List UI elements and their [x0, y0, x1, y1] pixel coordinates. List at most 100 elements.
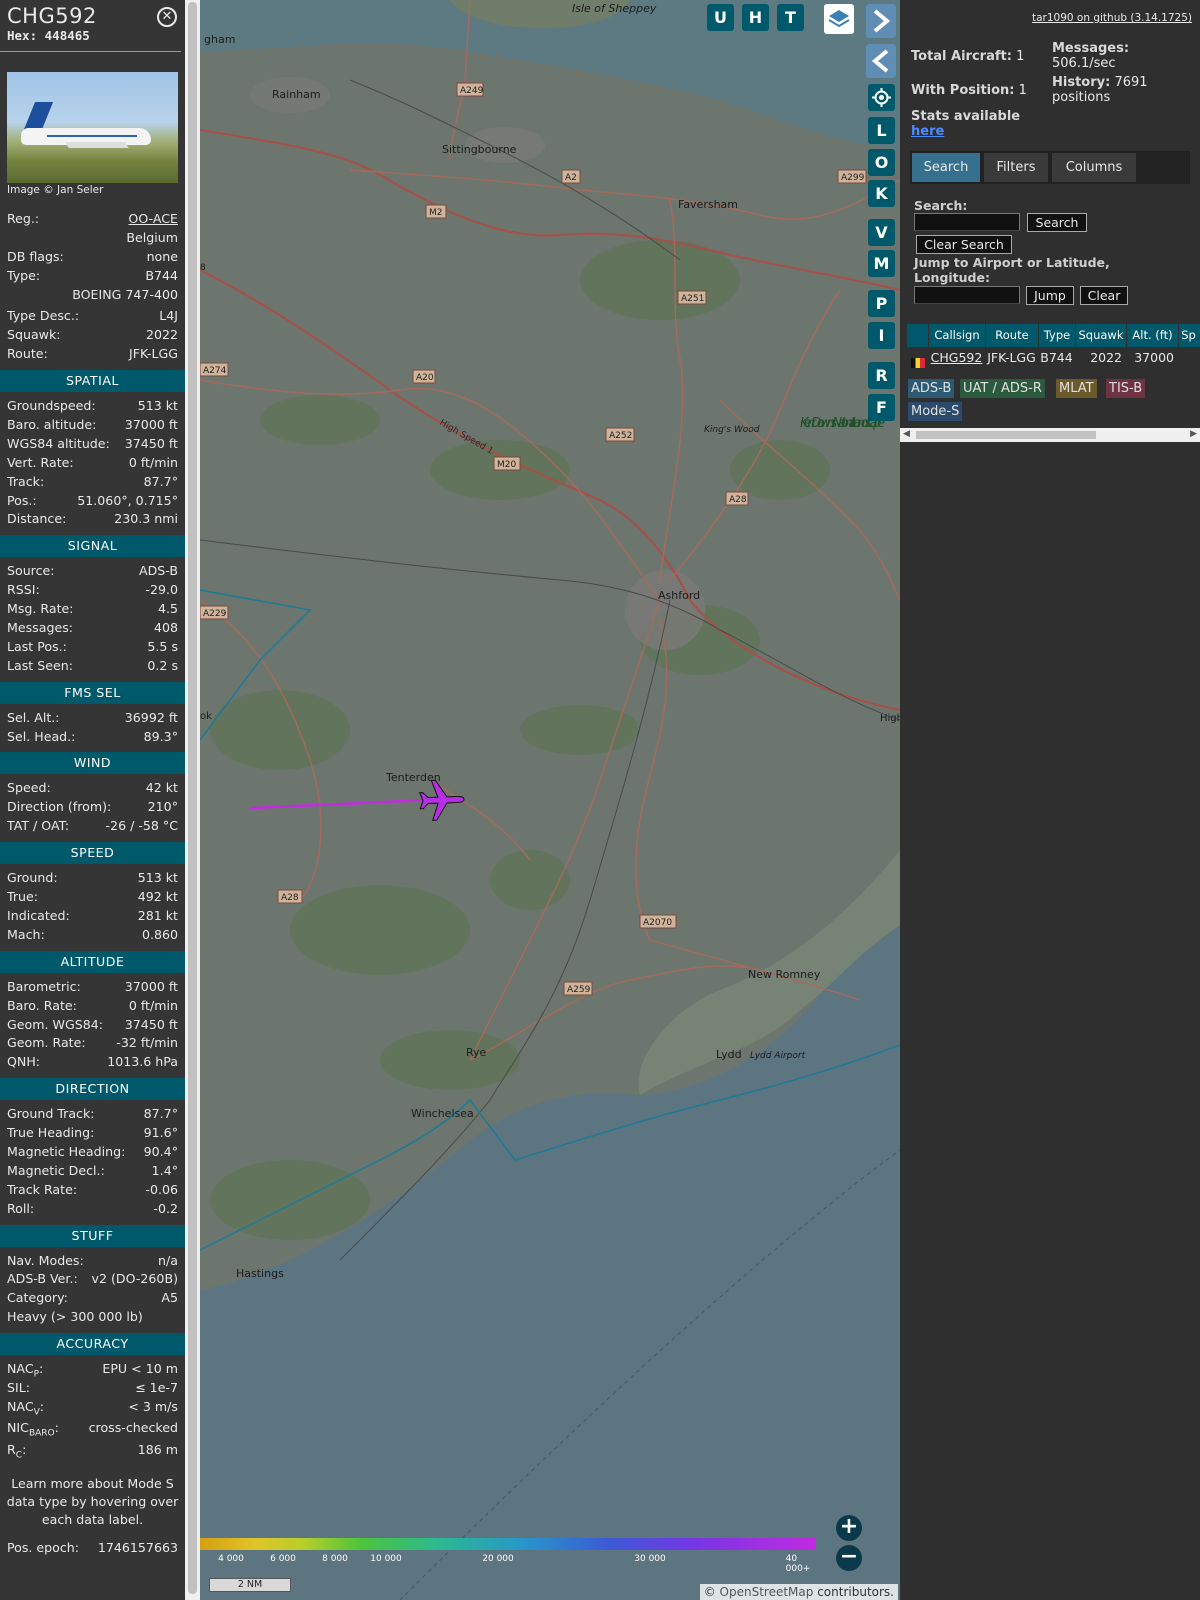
section-stuff: STUFF	[0, 1224, 185, 1247]
col-type[interactable]: Type	[1038, 324, 1075, 347]
spatial-row: Vert. Rate: 0 ft/min	[0, 454, 185, 473]
col-callsign[interactable]: Callsign	[928, 324, 985, 347]
sidebar-scrollbar-thumb[interactable]	[188, 2, 197, 1594]
nacp-value: EPU < 10 m	[102, 1361, 178, 1377]
table-horizontal-scrollbar[interactable]: ◀ ▶	[900, 428, 1200, 442]
badge-mode-s: Mode-S	[908, 402, 963, 421]
col-speed[interactable]: Sp	[1178, 324, 1198, 347]
direction-label: Track Rate:	[7, 1181, 78, 1197]
direction-row: Roll: -0.2	[0, 1200, 185, 1219]
expand-panel-icon[interactable]	[866, 4, 896, 38]
table-row[interactable]: CHG592 JFK-LGG B744 2022 37000	[907, 347, 1200, 369]
nacv-value: < 3 m/s	[128, 1398, 178, 1414]
legend-label: 4 000	[218, 1554, 244, 1564]
adsb-ver-value: v2 (DO-260B)	[91, 1271, 178, 1287]
map-button-k[interactable]: K	[868, 180, 895, 207]
table-scrollbar-thumb[interactable]	[916, 431, 1096, 439]
place-kings-wood: King's Wood	[704, 425, 760, 435]
collapse-sidebar-icon[interactable]	[866, 44, 896, 78]
place-winchelsea: Winchelsea	[411, 1107, 474, 1120]
speed-label: Ground:	[7, 870, 58, 886]
legend-label: 40 000+	[785, 1554, 811, 1574]
direction-row: Magnetic Heading: 90.4°	[0, 1143, 185, 1162]
svg-text:A274: A274	[203, 366, 227, 376]
direction-label: Magnetic Heading:	[7, 1143, 126, 1159]
nacp-label: NACP:	[7, 1361, 44, 1380]
type-desc-value: L4J	[159, 308, 178, 324]
map-button-t[interactable]: T	[777, 4, 804, 31]
tab-filters[interactable]: Filters	[984, 153, 1048, 182]
hex-line: Hex: 448465	[7, 28, 174, 43]
github-link[interactable]: tar1090 on github (3.14.1725)	[1032, 12, 1192, 24]
scroll-left-icon[interactable]: ◀	[903, 429, 910, 439]
osm-link[interactable]: OpenStreetMap	[720, 1585, 814, 1599]
map-button-l[interactable]: L	[868, 117, 895, 144]
zoom-out-icon[interactable]: −	[836, 1545, 862, 1571]
svg-text:A28: A28	[729, 495, 747, 505]
direction-value: -0.06	[145, 1181, 178, 1197]
close-icon[interactable]: ✕	[157, 7, 177, 27]
altitude-legend: 4 000 6 000 8 000 10 000 20 000 30 000 4…	[200, 1538, 816, 1574]
settings-gear-icon[interactable]	[868, 84, 895, 111]
clear-button[interactable]: Clear	[1080, 286, 1128, 305]
svg-text:A28: A28	[281, 893, 299, 903]
spatial-row: Track: 87.7°	[0, 473, 185, 492]
total-aircraft-stat: Total Aircraft: 1	[911, 49, 1025, 64]
jump-button[interactable]: Jump	[1026, 286, 1074, 305]
tab-search[interactable]: Search	[912, 153, 980, 182]
layers-icon[interactable]	[824, 4, 854, 34]
sil-value: ≤ 1e-7	[135, 1379, 178, 1395]
tab-columns[interactable]: Columns	[1052, 153, 1136, 182]
speed-label: Indicated:	[7, 907, 70, 923]
wind-value: 42 kt	[145, 780, 178, 796]
place-ashford: Ashford	[658, 589, 700, 602]
speed-row: True: 492 kt	[0, 888, 185, 907]
map-button-o[interactable]: O	[868, 149, 895, 176]
aircraft-marker-icon[interactable]	[418, 779, 465, 821]
map-view[interactable]: Isle of Sheppey gham Rainham Sittingbour…	[200, 0, 900, 1600]
map-button-h[interactable]: H	[742, 4, 769, 31]
signal-row: Messages: 408	[0, 619, 185, 638]
col-route[interactable]: Route	[985, 324, 1038, 347]
stats-here-link[interactable]: here	[911, 124, 944, 139]
search-input[interactable]	[914, 213, 1020, 231]
fms-sel-value: 89.3°	[143, 728, 178, 744]
col-altitude[interactable]: Alt. (ft)	[1126, 324, 1178, 347]
map-button-f[interactable]: F	[868, 394, 895, 421]
search-button[interactable]: Search	[1027, 213, 1087, 232]
zoom-in-icon[interactable]: +	[836, 1515, 862, 1541]
map-button-p[interactable]: P	[868, 290, 895, 317]
signal-value: 4.5	[157, 601, 178, 617]
svg-text:M20: M20	[497, 460, 516, 470]
type-desc-row: Type Desc.: L4J	[0, 307, 185, 326]
wind-rows: Speed: 42 kt Direction (from): 210° TAT / OA…	[0, 779, 185, 836]
spatial-label: Track:	[7, 473, 45, 489]
map-button-v[interactable]: V	[868, 219, 895, 246]
reg-link[interactable]: OO-ACE	[128, 210, 178, 229]
map-button-i[interactable]: I	[868, 322, 895, 349]
row-callsign[interactable]: CHG592	[928, 347, 985, 369]
spatial-label: Vert. Rate:	[7, 454, 74, 470]
signal-label: Last Seen:	[7, 657, 73, 673]
map-button-m[interactable]: M	[868, 250, 895, 277]
legend-label: 10 000	[370, 1554, 402, 1564]
sil-row: SIL: ≤ 1e-7	[0, 1379, 185, 1398]
panel-tabs: Search Filters Columns	[910, 151, 1190, 184]
col-squawk[interactable]: Squawk	[1075, 324, 1126, 347]
map-button-r[interactable]: R	[868, 362, 895, 389]
pos-epoch-value: 1746157663	[97, 1539, 178, 1555]
aircraft-photo[interactable]	[7, 72, 178, 183]
altitude-label: Geom. Rate:	[7, 1035, 86, 1051]
scroll-right-icon[interactable]: ▶	[1190, 429, 1197, 439]
sidebar-scrollbar[interactable]	[185, 0, 200, 1600]
direction-rows: Ground Track: 87.7° True Heading: 91.6° Magn…	[0, 1105, 185, 1218]
clear-search-button[interactable]: Clear Search	[916, 235, 1012, 254]
map-button-u[interactable]: U	[707, 4, 734, 31]
signal-row: Source: ADS-B	[0, 562, 185, 581]
reg-row: Reg.: OO-ACE	[0, 210, 185, 229]
spatial-row: Baro. altitude: 37000 ft	[0, 416, 185, 435]
signal-row: Last Pos.: 5.5 s	[0, 638, 185, 657]
search-label: Search:	[914, 198, 968, 213]
jump-input[interactable]	[914, 286, 1020, 304]
type-value: B744	[145, 267, 178, 283]
